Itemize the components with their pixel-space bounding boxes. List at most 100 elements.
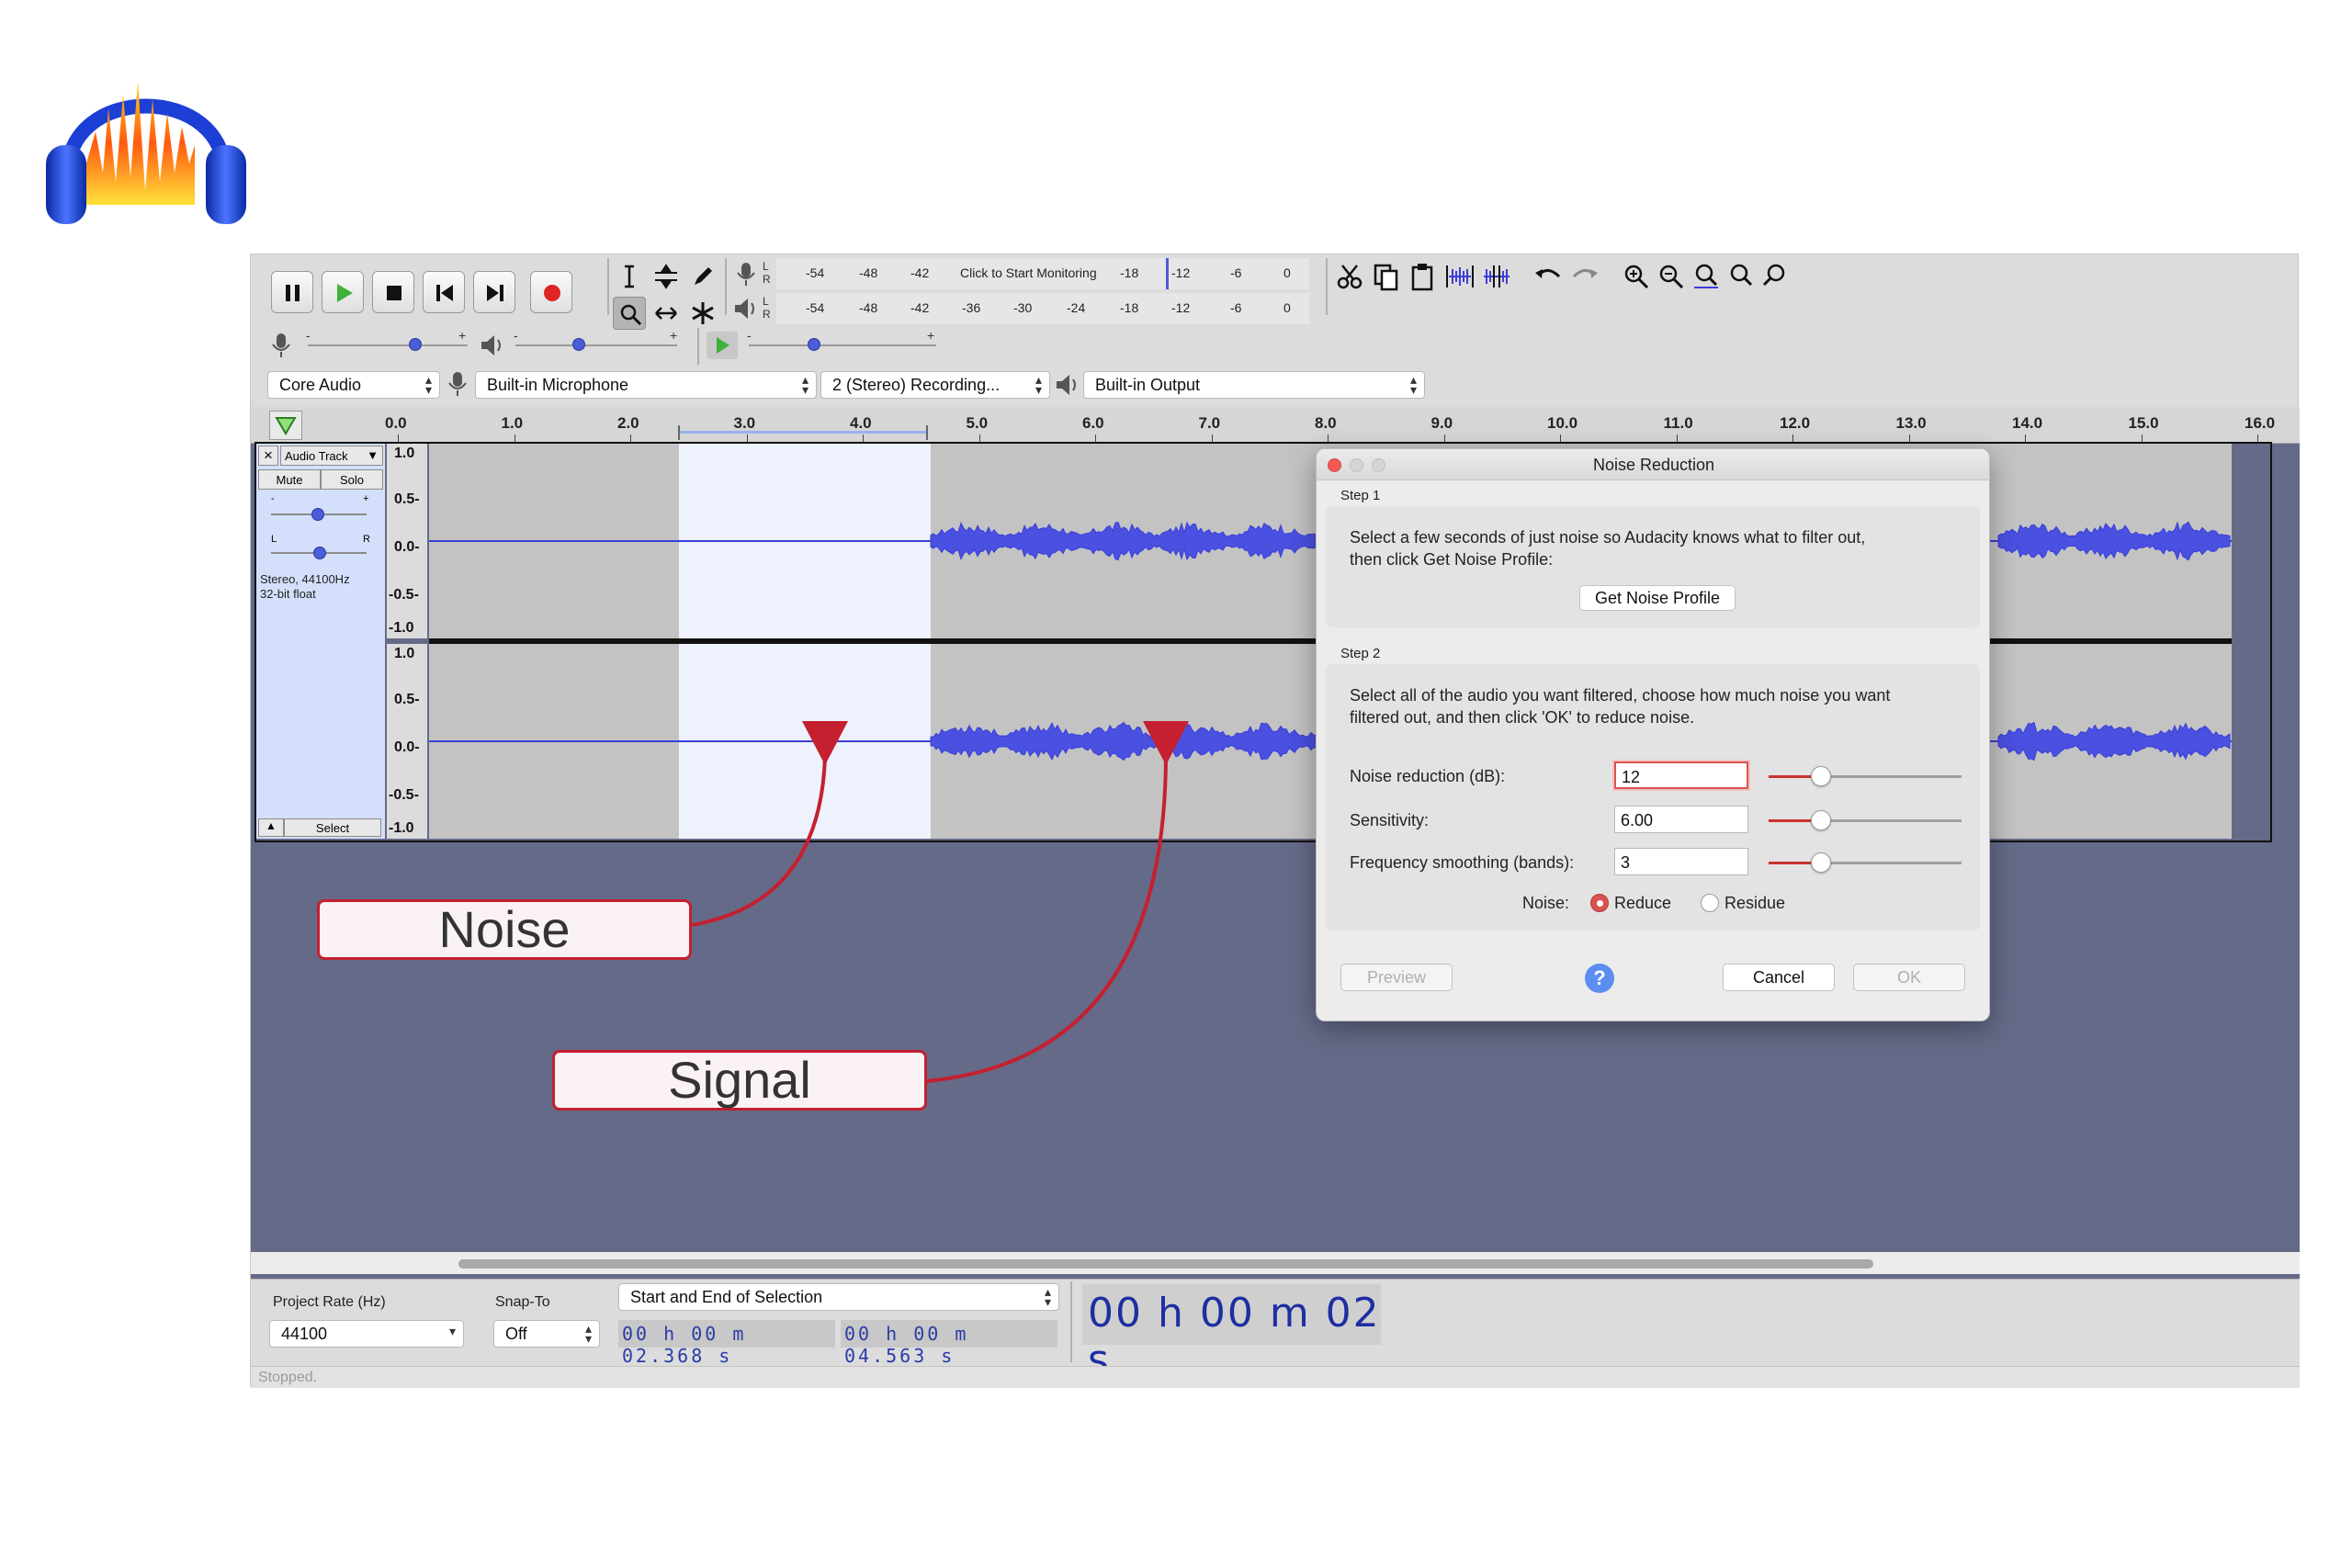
fit-selection-icon[interactable]	[1690, 260, 1723, 293]
get-noise-profile-button[interactable]: Get Noise Profile	[1579, 585, 1736, 611]
horizontal-scrollbar-thumb[interactable]	[458, 1259, 1873, 1269]
ruler-tick-mark	[2257, 434, 2258, 444]
selection-end-time[interactable]: 00 h 00 m 04.563 s	[841, 1320, 1057, 1367]
play-tick: -54	[806, 300, 825, 315]
play-tick: -36	[962, 300, 981, 315]
zoom-out-icon[interactable]	[1655, 260, 1688, 293]
trim-audio-icon[interactable]	[1443, 260, 1476, 293]
cancel-button[interactable]: Cancel	[1723, 964, 1835, 991]
ruler-tick-label: 12.0	[1780, 414, 1811, 432]
annotation-arrows	[691, 721, 1189, 1083]
ruler-tick-label: 5.0	[966, 414, 989, 432]
recording-device-icon	[448, 372, 467, 396]
play-meter-channels: LR	[763, 295, 771, 321]
zoom-toggle-icon[interactable]	[1759, 260, 1792, 293]
ok-button[interactable]: OK	[1853, 964, 1965, 991]
frequency-smoothing-slider-thumb[interactable]	[1811, 852, 1831, 873]
undo-icon[interactable]	[1532, 260, 1565, 293]
play-tick: -12	[1171, 300, 1191, 315]
timeline-ruler[interactable]: 0.0 1.0 2.0 3.0 4.0 5.0 6.0 7.0 8.0 9.0 10.0 11.0 12…	[251, 407, 2300, 444]
silence-audio-icon[interactable]	[1480, 260, 1513, 293]
playback-meter-icon[interactable]	[732, 295, 760, 322]
sensitivity-label: Sensitivity:	[1350, 811, 1430, 829]
zoom-tool-icon[interactable]	[613, 297, 646, 330]
play-speed-slider[interactable]	[749, 344, 936, 346]
playback-meter[interactable]: -54 -48 -42 -36 -30 -24 -18 -12 -6 0	[776, 293, 1309, 324]
playback-volume-thumb[interactable]	[572, 338, 585, 351]
sensitivity-slider-thumb[interactable]	[1811, 810, 1831, 830]
start-monitoring-link[interactable]: Click to Start Monitoring	[960, 265, 1097, 280]
play-speed-thumb[interactable]	[808, 338, 820, 351]
play-at-speed-button[interactable]	[707, 332, 738, 359]
ruler-tick-mark	[1211, 434, 1213, 444]
cut-icon[interactable]	[1333, 260, 1366, 293]
selection-tool-icon[interactable]	[613, 260, 646, 293]
paste-icon[interactable]	[1407, 260, 1440, 293]
stop-button[interactable]	[372, 271, 414, 313]
preview-button[interactable]: Preview	[1340, 964, 1453, 991]
play-tick: -24	[1067, 300, 1086, 315]
pause-button[interactable]	[271, 271, 313, 313]
time-shift-tool-icon[interactable]	[650, 297, 683, 330]
recording-channels-select[interactable]: 2 (Stereo) Recording... ▴ ▾	[820, 371, 1050, 399]
envelope-tool-icon[interactable]	[650, 260, 683, 293]
play-tick: -6	[1230, 300, 1242, 315]
skip-to-start-button[interactable]	[423, 271, 465, 313]
selection-mode-select[interactable]: Start and End of Selection ▴ ▾	[618, 1283, 1059, 1311]
redo-icon[interactable]	[1568, 260, 1601, 293]
residue-radio[interactable]	[1701, 894, 1719, 912]
snap-to-select[interactable]: Off ▴ ▾	[493, 1320, 600, 1348]
status-bar: Stopped.	[251, 1366, 2300, 1388]
reduce-radio-label[interactable]: Reduce	[1614, 894, 1671, 913]
rec-tick: -42	[910, 265, 930, 280]
signal-annotation-label: Signal	[552, 1050, 927, 1111]
speaker-volume-icon	[481, 335, 501, 355]
recording-device-select[interactable]: Built-in Microphone ▴ ▾	[475, 371, 817, 399]
noise-reduction-dialog: Noise Reduction Step 1 Select a few seco…	[1316, 448, 1990, 1021]
recording-volume-slider[interactable]	[308, 344, 468, 346]
ruler-tick-label: 7.0	[1198, 414, 1221, 432]
noise-reduction-input[interactable]: 12	[1614, 761, 1748, 789]
ruler-tick-mark	[1676, 434, 1678, 444]
noise-reduction-slider-thumb[interactable]	[1811, 766, 1831, 786]
timeline-options-button[interactable]	[269, 411, 302, 440]
audio-host-select[interactable]: Core Audio ▴ ▾	[267, 371, 440, 399]
record-meter[interactable]: -54 -48 -42 Click to Start Monitoring -1…	[776, 258, 1309, 289]
zoom-in-icon[interactable]	[1620, 260, 1653, 293]
speed-slider-min: -	[747, 328, 752, 343]
reduce-radio[interactable]	[1590, 894, 1609, 912]
ruler-tick-mark	[2141, 434, 2143, 444]
record-meter-marker	[1166, 258, 1169, 289]
step1-group: Select a few seconds of just noise so Au…	[1326, 506, 1980, 627]
ruler-tick-label: 0.0	[385, 414, 407, 432]
audio-position-display[interactable]: 00 h 00 m 02 s	[1082, 1284, 1381, 1383]
project-rate-select[interactable]: 44100 ▾	[269, 1320, 464, 1348]
play-slider-max: +	[670, 328, 678, 343]
play-slider-min: -	[514, 328, 518, 343]
help-icon[interactable]: ?	[1585, 964, 1614, 993]
record-meter-icon[interactable]	[732, 260, 760, 288]
multi-tool-icon[interactable]	[686, 297, 719, 330]
draw-tool-icon[interactable]	[686, 260, 719, 293]
skip-to-end-button[interactable]	[473, 271, 515, 313]
sensitivity-slider-fill	[1769, 819, 1815, 822]
playback-volume-slider[interactable]	[515, 344, 677, 346]
frequency-smoothing-input[interactable]: 3	[1614, 848, 1748, 875]
sensitivity-input[interactable]: 6.00	[1614, 806, 1748, 833]
recording-volume-thumb[interactable]	[409, 338, 422, 351]
copy-icon[interactable]	[1370, 260, 1403, 293]
selection-start-time[interactable]: 00 h 00 m 02.368 s	[618, 1320, 835, 1367]
step1-text-line2: then click Get Noise Profile:	[1350, 550, 1554, 569]
rec-tick: -18	[1120, 265, 1139, 280]
record-button[interactable]	[530, 271, 572, 313]
ruler-tick-label: 14.0	[2012, 414, 2043, 432]
dialog-titlebar[interactable]: Noise Reduction	[1317, 449, 1989, 480]
playback-device-select[interactable]: Built-in Output ▴ ▾	[1083, 371, 1425, 399]
residue-radio-label[interactable]: Residue	[1724, 894, 1785, 913]
ruler-tick-mark	[978, 434, 980, 444]
play-button[interactable]	[322, 271, 364, 313]
ruler-tick-label: 1.0	[501, 414, 524, 432]
ruler-tick-label: 6.0	[1082, 414, 1104, 432]
fit-project-icon[interactable]	[1724, 260, 1758, 293]
ruler-tick-mark	[863, 434, 864, 444]
